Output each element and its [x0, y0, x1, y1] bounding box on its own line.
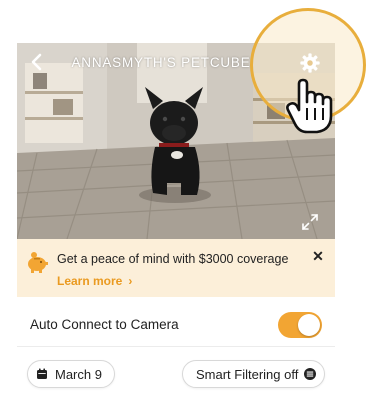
calendar-icon — [37, 368, 47, 379]
smart-filtering-button[interactable]: Smart Filtering off — [182, 360, 325, 388]
expand-icon[interactable] — [301, 213, 319, 231]
piggy-bank-icon — [28, 252, 48, 273]
date-picker-button[interactable]: March 9 — [27, 360, 115, 388]
auto-connect-label: Auto Connect to Camera — [30, 317, 179, 332]
promo-text: Get a peace of mind with $3000 coverage — [57, 252, 289, 266]
auto-connect-toggle[interactable] — [278, 312, 322, 338]
camera-title: ANNASMYTH'S PETCUBE — [71, 54, 251, 70]
learn-more-link[interactable]: Learn more › — [57, 274, 132, 288]
smart-filtering-label: Smart Filtering off — [196, 366, 299, 382]
learn-more-label: Learn more — [57, 274, 123, 288]
date-label: March 9 — [55, 366, 102, 382]
chevron-right-icon: › — [128, 274, 133, 288]
chevron-left-icon[interactable] — [27, 52, 47, 72]
insurance-promo-banner: Get a peace of mind with $3000 coverage … — [17, 239, 335, 297]
petcube-camera-screen: ANNASMYTH'S PETCUBE Get a peace of mind … — [0, 0, 376, 394]
gear-icon[interactable] — [299, 52, 321, 74]
auto-connect-row: Auto Connect to Camera — [17, 297, 335, 347]
toggle-knob — [298, 314, 320, 336]
hand-pointer-icon — [286, 78, 333, 134]
filter-toggle-icon — [304, 368, 317, 380]
close-icon[interactable]: ✕ — [311, 249, 325, 263]
